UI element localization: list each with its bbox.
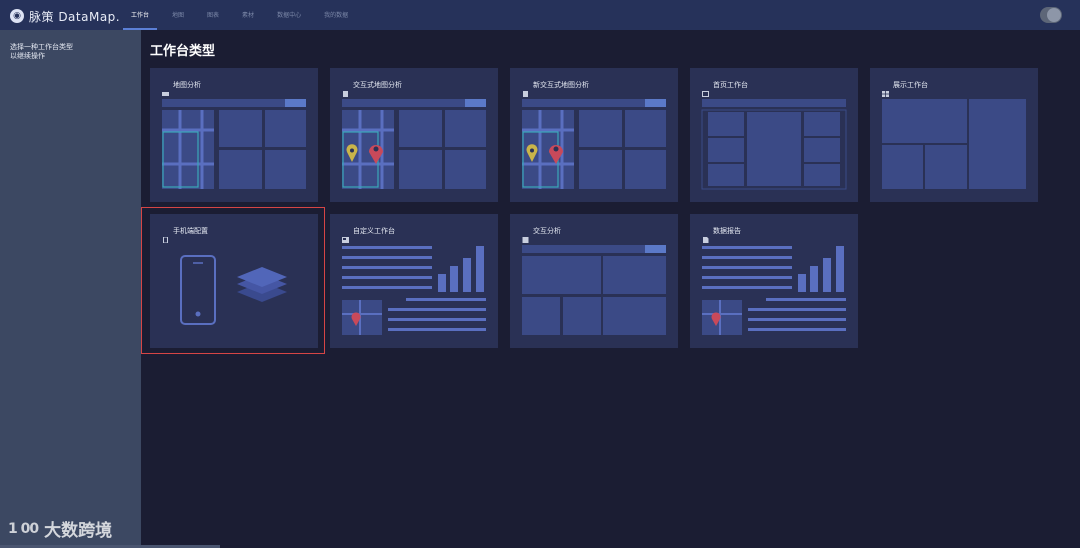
toggle-knob bbox=[1047, 8, 1061, 22]
watermark-logo: 1 00 bbox=[8, 520, 39, 537]
document-icon bbox=[342, 82, 349, 97]
card-title: 数据报告 bbox=[713, 227, 741, 235]
card-title: 自定义工作台 bbox=[353, 227, 395, 235]
hint-line-2: 以继续操作 bbox=[10, 52, 45, 60]
card-interactive-map-analysis[interactable]: 交互式地图分析 bbox=[330, 68, 498, 202]
image-icon bbox=[342, 228, 349, 243]
card-data-report[interactable]: 数据报告 bbox=[690, 214, 858, 348]
card-header: 交互分析 bbox=[522, 226, 561, 243]
tab-chart[interactable]: 图表 bbox=[199, 0, 227, 30]
main-nav: 工作台 地图 图表 素材 数据中心 我的数据 bbox=[123, 0, 363, 30]
card-title: 新交互式地图分析 bbox=[533, 81, 589, 89]
brand-logo[interactable]: ◉ 脉策 DataMap. bbox=[10, 7, 120, 25]
window-icon bbox=[702, 82, 709, 97]
grid-icon bbox=[882, 82, 889, 97]
card-header: 自定义工作台 bbox=[342, 226, 395, 243]
card-custom-workbench[interactable]: 自定义工作台 bbox=[330, 214, 498, 348]
tab-map[interactable]: 地图 bbox=[164, 0, 192, 30]
top-bar: ◉ 脉策 DataMap. 工作台 地图 图表 素材 数据中心 我的数据 bbox=[0, 0, 1080, 30]
card-display-workbench[interactable]: 展示工作台 bbox=[870, 68, 1038, 202]
tab-data-center[interactable]: 数据中心 bbox=[269, 0, 309, 30]
square-icon bbox=[522, 228, 529, 243]
tab-my-data[interactable]: 我的数据 bbox=[316, 0, 356, 30]
card-title: 交互式地图分析 bbox=[353, 81, 402, 89]
hint-line-1: 选择一种工作台类型 bbox=[10, 43, 73, 51]
card-header: 交互式地图分析 bbox=[342, 80, 402, 97]
watermark-text: 大数跨境 bbox=[44, 521, 113, 541]
sidebar: 选择一种工作台类型 以继续操作 bbox=[0, 30, 141, 548]
map-icon bbox=[162, 82, 169, 96]
document-icon bbox=[522, 82, 529, 97]
map-pin-logo-icon: ◉ bbox=[10, 9, 24, 23]
card-header: 数据报告 bbox=[702, 226, 741, 243]
watermark: 1 00 大数跨境 bbox=[8, 516, 113, 542]
card-header: 展示工作台 bbox=[882, 80, 928, 97]
selection-outline bbox=[141, 207, 325, 354]
card-new-interactive-map-analysis[interactable]: 新交互式地图分析 bbox=[510, 68, 678, 202]
sidebar-hint: 选择一种工作台类型 以继续操作 bbox=[10, 43, 73, 61]
theme-toggle-icon[interactable] bbox=[1040, 7, 1062, 23]
card-map-analysis[interactable]: 地图分析 bbox=[150, 68, 318, 202]
card-interactive-analysis[interactable]: 交互分析 bbox=[510, 214, 678, 348]
page-title: 工作台类型 bbox=[150, 44, 216, 59]
card-home-workbench[interactable]: 首页工作台 bbox=[690, 68, 858, 202]
card-title: 展示工作台 bbox=[893, 81, 928, 89]
card-header: 新交互式地图分析 bbox=[522, 80, 589, 97]
tab-workbench[interactable]: 工作台 bbox=[123, 0, 158, 30]
card-header: 首页工作台 bbox=[702, 80, 748, 97]
tab-assets[interactable]: 素材 bbox=[234, 0, 262, 30]
file-icon bbox=[702, 228, 709, 243]
card-header: 地图分析 bbox=[162, 80, 201, 96]
card-title: 交互分析 bbox=[533, 227, 561, 235]
card-title: 首页工作台 bbox=[713, 81, 748, 89]
card-title: 地图分析 bbox=[173, 81, 201, 89]
brand-name: 脉策 DataMap. bbox=[29, 9, 121, 24]
